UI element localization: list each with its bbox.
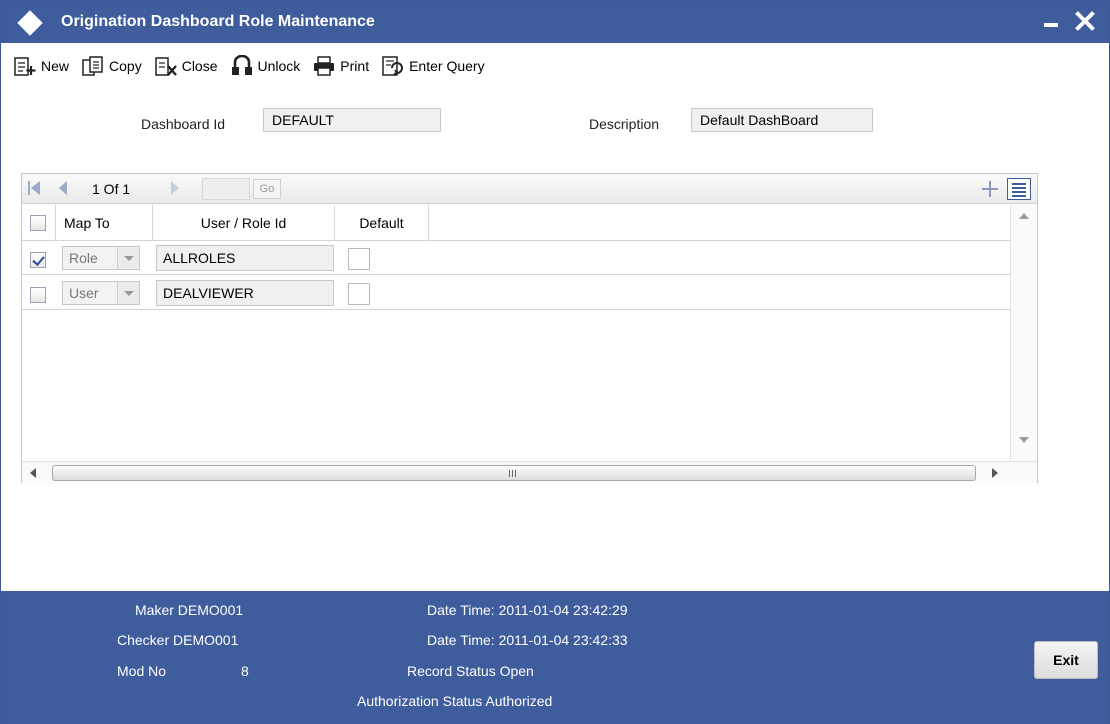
close-label: Close — [181, 58, 218, 74]
scroll-thumb[interactable] — [52, 465, 976, 481]
column-header-user-role-id[interactable]: User / Role Id — [153, 205, 335, 241]
exit-button[interactable]: Exit — [1034, 641, 1098, 679]
authorization-status-text: Authorization Status Authorized — [357, 693, 553, 709]
map-to-value: Role — [69, 250, 98, 266]
enter-query-label: Enter Query — [409, 58, 485, 74]
copy-button[interactable]: Copy — [81, 55, 142, 77]
map-to-select[interactable]: Role — [62, 246, 140, 270]
minimize-button[interactable] — [1044, 23, 1058, 27]
copy-label: Copy — [109, 58, 142, 74]
maker-datetime-text: Date Time: 2011-01-04 23:42:29 — [427, 602, 628, 618]
checker-datetime-text: Date Time: 2011-01-04 23:42:33 — [427, 632, 628, 648]
description-field[interactable]: Default DashBoard — [691, 108, 873, 132]
copy-icon — [82, 56, 103, 76]
mod-no-value: 8 — [241, 663, 249, 679]
dashboard-id-label: Dashboard Id — [141, 116, 226, 132]
new-icon — [14, 57, 36, 76]
go-button[interactable]: Go — [253, 179, 281, 199]
header-select-cell — [22, 205, 56, 241]
page-indicator: 1 Of 1 — [92, 181, 131, 197]
previous-page-icon[interactable] — [58, 181, 68, 195]
enter-query-icon — [382, 56, 404, 76]
dashboard-id-field[interactable]: DEFAULT — [263, 108, 441, 132]
window-title: Origination Dashboard Role Maintenance — [61, 13, 375, 30]
scroll-up-icon[interactable] — [1019, 213, 1029, 219]
row-select-checkbox[interactable] — [30, 287, 46, 303]
chevron-down-icon — [117, 282, 139, 304]
column-header-default[interactable]: Default — [335, 205, 429, 241]
goto-page-input[interactable] — [202, 178, 250, 200]
next-page-icon[interactable] — [170, 181, 180, 195]
add-row-icon[interactable] — [980, 179, 1000, 199]
scroll-right-icon[interactable] — [992, 468, 998, 478]
title-bar: Origination Dashboard Role Maintenance — [1, 1, 1109, 43]
close-window-button[interactable] — [1073, 9, 1097, 33]
print-button[interactable]: Print — [312, 55, 369, 77]
chevron-down-icon — [117, 247, 139, 269]
vertical-scrollbar[interactable] — [1010, 205, 1037, 462]
scroll-left-icon[interactable] — [30, 468, 36, 478]
new-button[interactable]: New — [13, 55, 69, 77]
horizontal-scrollbar[interactable] — [22, 461, 1037, 483]
enter-query-button[interactable]: Enter Query — [381, 55, 485, 77]
table-row: Role ALLROLES — [22, 241, 1010, 275]
checker-text: Checker DEMO001 — [117, 632, 239, 648]
close-button[interactable]: Close — [154, 55, 218, 77]
grid-header: Map To User / Role Id Default — [22, 205, 1010, 241]
new-label: New — [41, 58, 70, 74]
map-to-value: User — [69, 285, 99, 301]
maker-text: Maker DEMO001 — [135, 602, 244, 618]
first-page-icon[interactable] — [28, 181, 42, 195]
default-checkbox[interactable] — [348, 248, 370, 270]
unlock-label: Unlock — [257, 58, 301, 74]
audit-footer: Maker DEMO001 Date Time: 2011-01-04 23:4… — [1, 591, 1109, 724]
unlock-button[interactable]: Unlock — [230, 55, 301, 77]
printer-icon — [314, 56, 335, 76]
column-header-map-to[interactable]: Map To — [56, 205, 153, 241]
print-label: Print — [340, 58, 370, 74]
map-to-select[interactable]: User — [62, 281, 140, 305]
record-status-text: Record Status Open — [407, 663, 534, 679]
grid-pagination-bar: 1 Of 1 Go — [22, 174, 1037, 204]
main-window: Origination Dashboard Role Maintenance N… — [0, 0, 1110, 724]
close-doc-icon — [154, 57, 177, 76]
unlock-icon — [231, 55, 252, 75]
app-logo-icon — [17, 10, 43, 36]
table-row: User DEALVIEWER — [22, 276, 1010, 310]
description-label: Description — [589, 116, 660, 132]
scroll-grip-icon — [509, 470, 510, 477]
user-role-id-field[interactable]: ALLROLES — [156, 245, 334, 271]
toolbar: New Copy Close Unlock Print Enter Query — [1, 51, 1109, 81]
scroll-down-icon[interactable] — [1019, 437, 1029, 443]
select-all-checkbox[interactable] — [30, 215, 46, 231]
list-view-icon[interactable] — [1007, 178, 1031, 200]
role-grid: 1 Of 1 Go Map To User / Role Id Default … — [21, 173, 1038, 483]
default-checkbox[interactable] — [348, 283, 370, 305]
mod-no-label: Mod No — [117, 663, 167, 679]
user-role-id-field[interactable]: DEALVIEWER — [156, 280, 334, 306]
row-select-checkbox[interactable] — [30, 252, 46, 268]
